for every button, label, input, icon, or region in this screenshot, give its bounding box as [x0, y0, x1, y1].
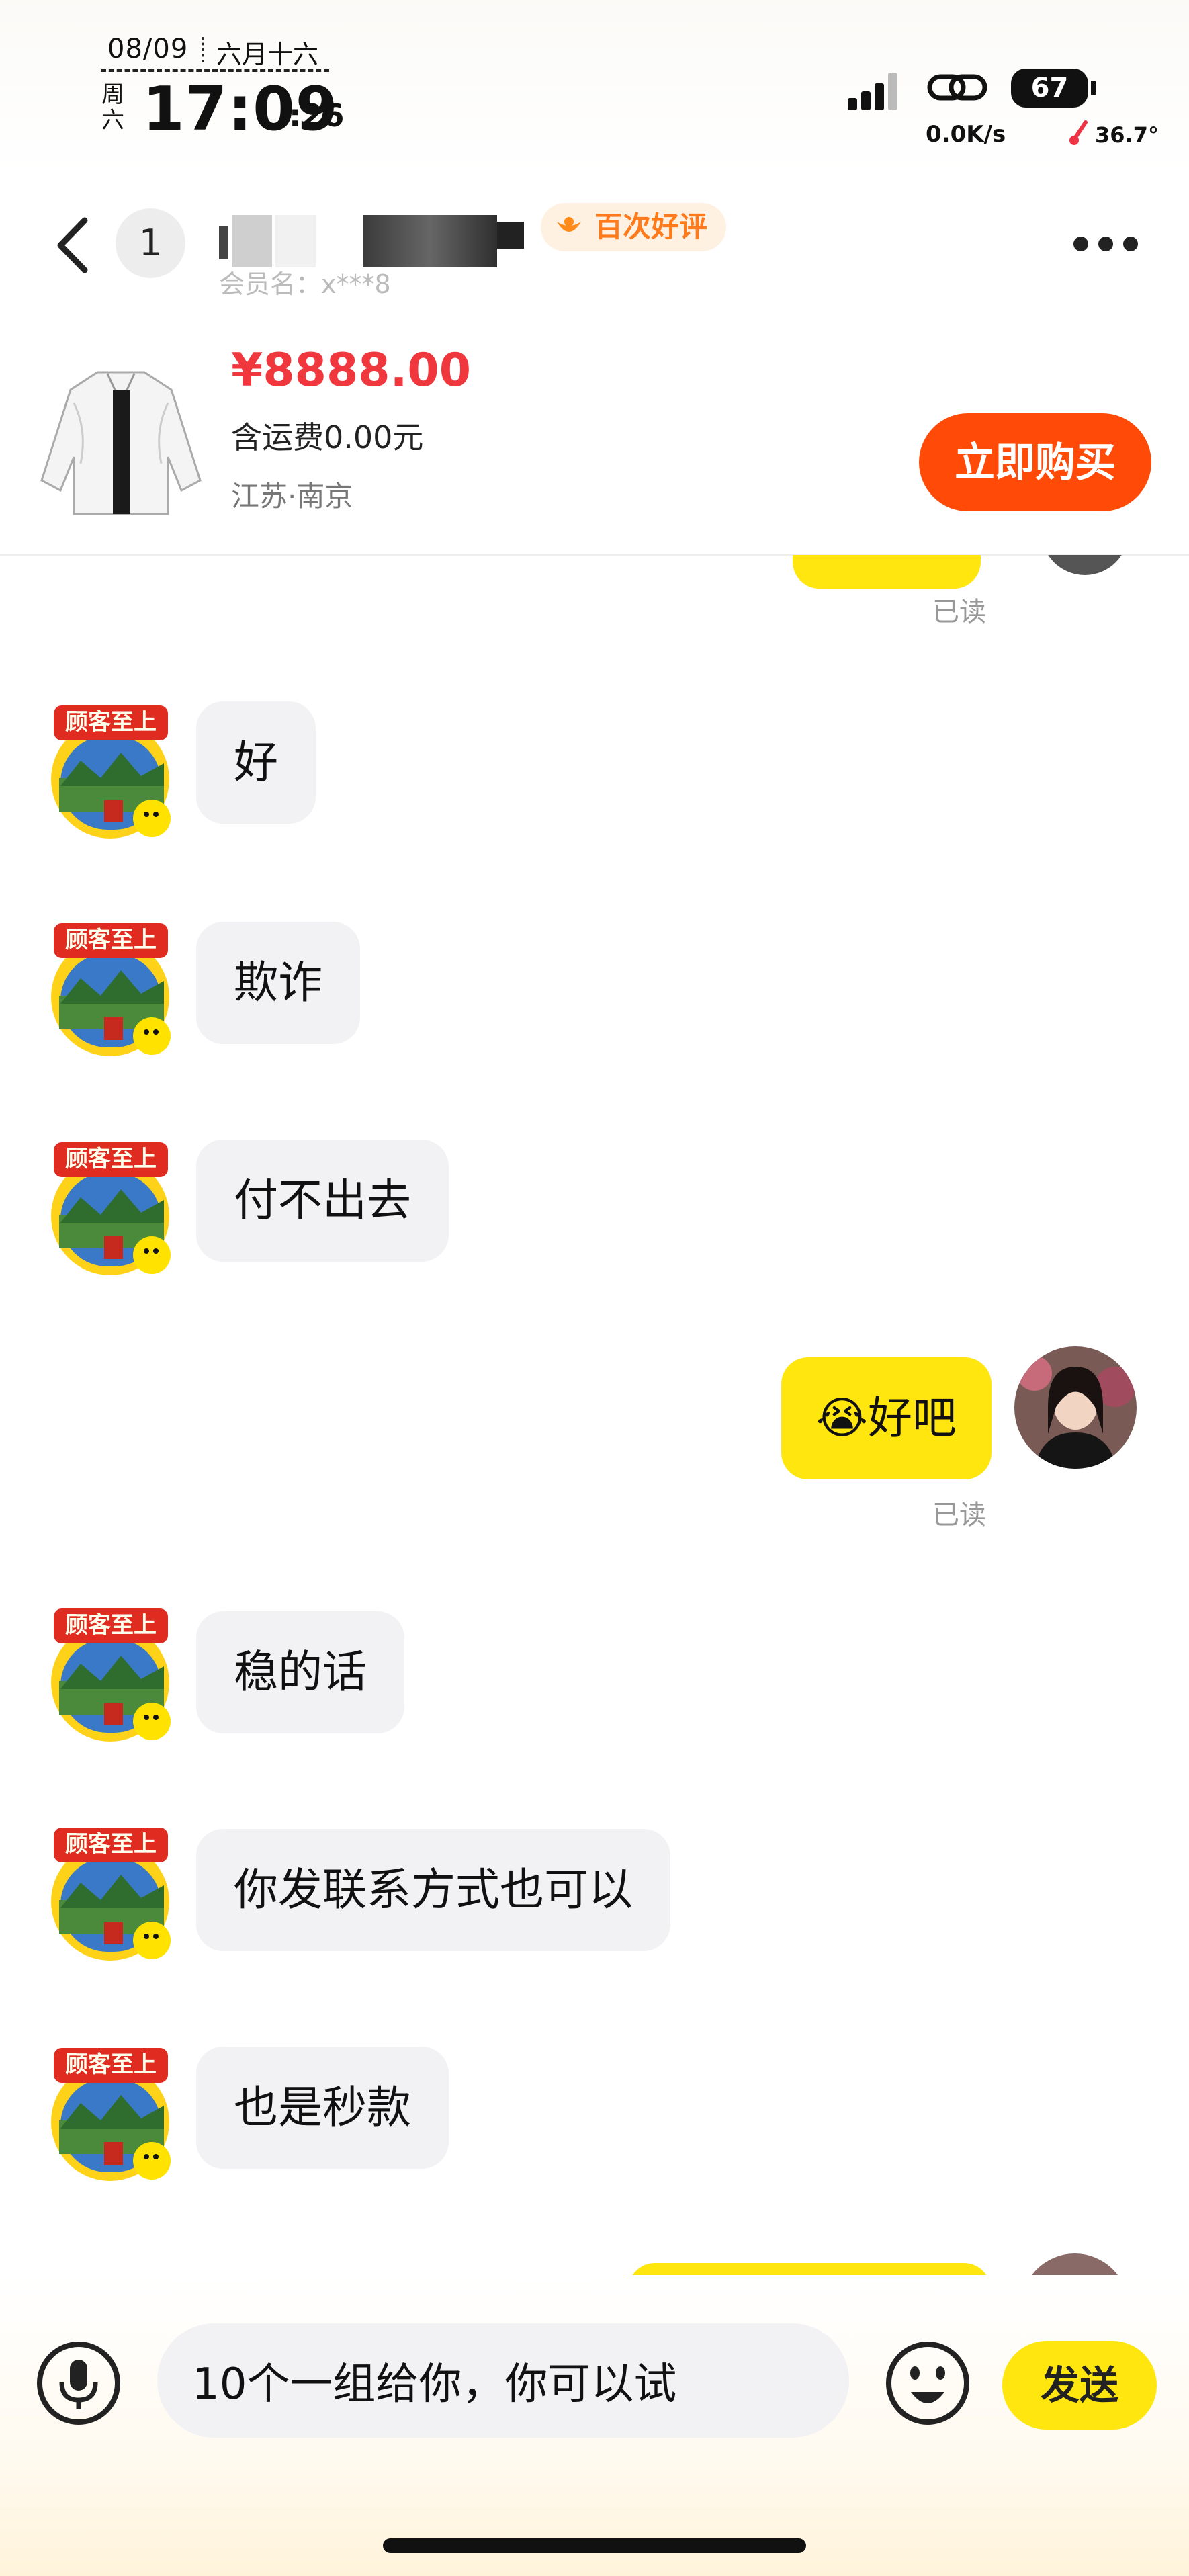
avatar-text: 顾客至上 — [65, 1146, 157, 1172]
contact-name-blur — [363, 215, 497, 267]
avatar-text: 顾客至上 — [65, 709, 157, 736]
contact-name-blur — [232, 215, 272, 267]
seller-avatar[interactable]: 顾客至上 — [40, 2041, 188, 2189]
praise-icon — [557, 217, 581, 232]
message-bubble[interactable]: 你发联系方式也可以 — [196, 1829, 670, 1951]
emoji-icon[interactable] — [884, 2339, 971, 2427]
seller-avatar[interactable]: 顾客至上 — [40, 1821, 188, 1969]
seller-avatar[interactable]: 顾客至上 — [40, 699, 188, 847]
avatar-text: 顾客至上 — [65, 1831, 157, 1858]
chevron-left-icon[interactable] — [52, 215, 93, 275]
praise-badge: 百次好评 — [541, 203, 727, 251]
status-lunar-date: 六月十六 — [216, 40, 319, 69]
member-name: 会员名：x***8 — [219, 269, 391, 299]
status-separator — [202, 37, 207, 62]
status-divider — [101, 69, 329, 72]
chat-messages: 已读 顾客至上 好 顾客至上 欺诈 顾客至上 付不出去 😭好吧 已读 顾客至上 … — [0, 555, 1189, 2275]
read-label: 已读 — [932, 597, 986, 628]
message-text: 好吧 — [868, 1392, 957, 1444]
product-location: 江苏·南京 — [231, 480, 353, 513]
praise-badge-label: 百次好评 — [594, 210, 708, 243]
avatar-text: 顾客至上 — [65, 2051, 157, 2078]
microphone-icon[interactable] — [35, 2339, 122, 2427]
seller-avatar[interactable]: 顾客至上 — [40, 916, 188, 1064]
user-avatar-partial[interactable] — [1021, 2253, 1129, 2275]
seller-avatar[interactable]: 顾客至上 — [40, 1135, 188, 1283]
thermometer-icon — [1069, 120, 1088, 145]
network-speed: 0.0K/s — [926, 121, 1006, 148]
read-label: 已读 — [932, 1500, 986, 1531]
temperature: 36.7° — [1095, 122, 1159, 148]
status-bar: 08/09 六月十六 周六 17:09 :26 67 0.0K/s 36.7° — [0, 0, 1189, 175]
crying-emoji-icon: 😭 — [816, 1392, 868, 1444]
contact-name-blur — [219, 226, 228, 259]
message-bubble-partial[interactable] — [628, 2263, 991, 2275]
contact-name-blur — [497, 222, 524, 249]
more-dots-icon[interactable] — [1073, 237, 1138, 253]
avatar-text: 顾客至上 — [65, 1612, 157, 1639]
battery-tip — [1091, 81, 1096, 95]
product-price: ¥8888.00 — [231, 344, 472, 397]
message-bubble-self[interactable]: 😭好吧 — [781, 1357, 992, 1479]
link-icon — [927, 74, 987, 101]
product-shipping: 含运费0.00元 — [231, 419, 424, 456]
status-weekday: 周六 — [101, 81, 124, 134]
avatar-text: 顾客至上 — [65, 927, 157, 953]
user-avatar[interactable] — [1014, 1346, 1137, 1469]
user-avatar-partial[interactable] — [1041, 555, 1129, 575]
product-jacket-image[interactable] — [34, 363, 208, 524]
status-date: 08/09 — [107, 34, 189, 65]
battery-icon: 67 — [1011, 69, 1088, 108]
status-seconds: :26 — [289, 97, 345, 134]
message-bubble[interactable]: 稳的话 — [196, 1611, 404, 1733]
unread-count-badge[interactable]: 1 — [116, 208, 185, 278]
home-indicator[interactable] — [383, 2538, 806, 2553]
message-bubble[interactable]: 好 — [196, 701, 316, 824]
message-input[interactable] — [157, 2323, 849, 2438]
send-button[interactable]: 发送 — [1002, 2341, 1157, 2430]
message-bubble[interactable]: 也是秒款 — [196, 2047, 449, 2169]
contact-name-blur — [275, 215, 316, 267]
message-bubble-partial[interactable] — [793, 555, 981, 589]
buy-now-button[interactable]: 立即购买 — [919, 413, 1151, 511]
signal-icon — [848, 73, 899, 110]
message-bubble[interactable]: 欺诈 — [196, 922, 360, 1044]
seller-avatar[interactable]: 顾客至上 — [40, 1602, 188, 1750]
message-bubble[interactable]: 付不出去 — [196, 1140, 449, 1262]
